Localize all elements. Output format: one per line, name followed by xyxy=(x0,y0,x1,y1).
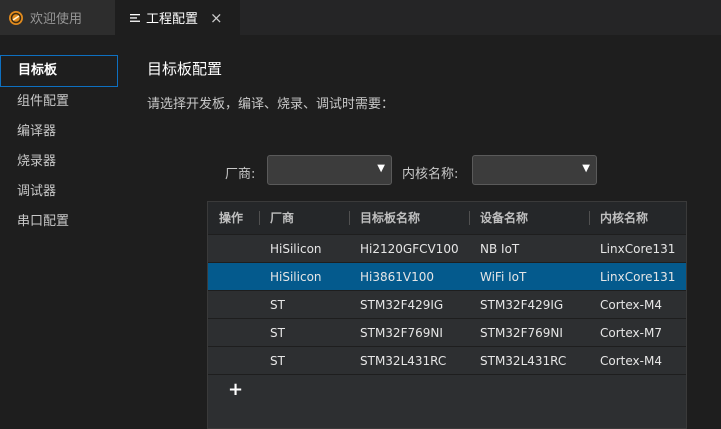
core-label: 内核名称: xyxy=(402,167,459,182)
vendor-label: 厂商: xyxy=(225,167,256,182)
cell-core: LinxCore131 xyxy=(600,269,676,284)
cell-vendor: HiSilicon xyxy=(270,241,322,256)
table-row[interactable]: ST STM32F429IG STM32F429IG Cortex-M4 xyxy=(208,290,686,318)
cell-core: LinxCore131 xyxy=(600,241,676,256)
tab-project-config[interactable]: 工程配置 × xyxy=(116,0,240,35)
core-select[interactable]: ▼ xyxy=(472,155,597,185)
chevron-down-icon: ▼ xyxy=(582,163,590,174)
sidebar-item-compiler[interactable]: 编译器 xyxy=(0,117,118,147)
close-icon[interactable]: × xyxy=(210,9,223,27)
column-header-action[interactable]: 操作 xyxy=(208,202,259,234)
sidebar-item-debugger[interactable]: 调试器 xyxy=(0,177,118,207)
cell-core: Cortex-M4 xyxy=(600,297,662,312)
cell-core: Cortex-M7 xyxy=(600,325,662,340)
tab-bar: 欢迎使用 工程配置 × xyxy=(0,0,721,35)
tab-project-config-label: 工程配置 xyxy=(146,12,199,27)
cell-board: STM32L431RC xyxy=(360,353,447,368)
sidebar-item-target-board[interactable]: 目标板 xyxy=(0,55,118,87)
cell-vendor: ST xyxy=(270,297,285,312)
sidebar-item-serial[interactable]: 串口配置 xyxy=(0,207,118,237)
tab-welcome[interactable]: 欢迎使用 xyxy=(0,0,116,35)
sidebar-item-components[interactable]: 组件配置 xyxy=(0,87,118,117)
cell-board: Hi3861V100 xyxy=(360,269,435,284)
cell-board: STM32F429IG xyxy=(360,297,444,312)
hicomponent-logo-icon xyxy=(8,10,24,26)
cell-board: Hi2120GFCV100 xyxy=(360,241,459,256)
cell-device: STM32L431RC xyxy=(480,353,567,368)
add-board-button[interactable]: + xyxy=(228,379,243,400)
cell-device: STM32F429IG xyxy=(480,297,564,312)
vendor-select[interactable]: ▼ xyxy=(267,155,392,185)
column-header-board-name[interactable]: 目标板名称 xyxy=(349,202,469,234)
board-table: 操作 厂商 目标板名称 设备名称 内核名称 HiSilicon Hi2120GF… xyxy=(207,201,687,429)
table-header: 操作 厂商 目标板名称 设备名称 内核名称 xyxy=(208,202,686,234)
cell-device: STM32F769NI xyxy=(480,325,563,340)
cell-device: WiFi IoT xyxy=(480,269,527,284)
table-row[interactable]: ST STM32L431RC STM32L431RC Cortex-M4 xyxy=(208,346,686,374)
page-subtitle: 请选择开发板，编译、烧录、调试时需要： xyxy=(147,97,395,112)
table-row-selected[interactable]: HiSilicon Hi3861V100 WiFi IoT LinxCore13… xyxy=(208,262,686,290)
cell-vendor: ST xyxy=(270,325,285,340)
tab-welcome-label: 欢迎使用 xyxy=(30,12,83,27)
cell-device: NB IoT xyxy=(480,241,520,256)
cell-vendor: HiSilicon xyxy=(270,269,322,284)
list-icon xyxy=(130,13,140,23)
cell-core: Cortex-M4 xyxy=(600,353,662,368)
table-row[interactable]: ST STM32F769NI STM32F769NI Cortex-M7 xyxy=(208,318,686,346)
sidebar-item-burner[interactable]: 烧录器 xyxy=(0,147,118,177)
add-row: + xyxy=(208,374,686,404)
cell-vendor: ST xyxy=(270,353,285,368)
column-header-core-name[interactable]: 内核名称 xyxy=(589,202,686,234)
column-header-vendor[interactable]: 厂商 xyxy=(259,202,349,234)
cell-board: STM32F769NI xyxy=(360,325,443,340)
page-title: 目标板配置 xyxy=(147,60,223,78)
column-header-device-name[interactable]: 设备名称 xyxy=(469,202,589,234)
sidebar: 目标板 组件配置 编译器 烧录器 调试器 串口配置 xyxy=(0,55,118,237)
chevron-down-icon: ▼ xyxy=(377,163,385,174)
table-row[interactable]: HiSilicon Hi2120GFCV100 NB IoT LinxCore1… xyxy=(208,234,686,262)
